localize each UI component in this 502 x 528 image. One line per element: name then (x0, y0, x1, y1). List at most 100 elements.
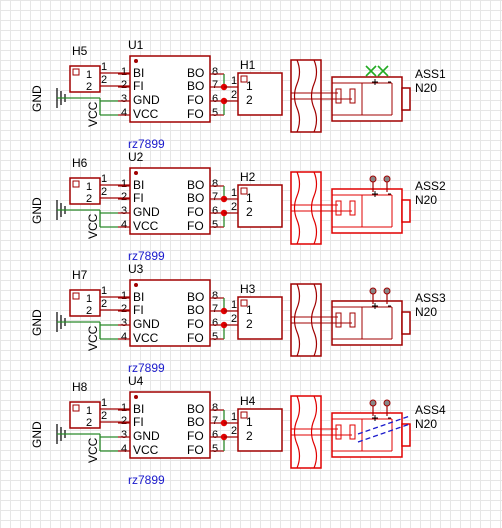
probe-head (383, 399, 391, 407)
chip-pin-name-left: GND (133, 317, 160, 331)
chip-pin-num-right: 6 (212, 317, 218, 329)
motor-model: N20 (415, 417, 437, 431)
chip-part-number: rz7899 (128, 249, 165, 263)
output-header-pin-label-2: 2 (246, 93, 253, 107)
header-pin-1: 1 (86, 181, 92, 193)
output-header-pin-2: 2 (231, 425, 237, 437)
output-header-body (237, 72, 283, 116)
chip-pin-num-right: 5 (212, 331, 218, 343)
chip-pin-num-left: 2 (121, 415, 127, 427)
chip-pin-name-right: FO (187, 443, 204, 457)
chip-pin-name-right: FO (187, 219, 204, 233)
chip-pin-name-right: FO (187, 331, 204, 345)
header-pin-2: 2 (86, 417, 92, 429)
header-out-pin-1: 1 (101, 285, 107, 297)
chip-pin-num-right: 7 (212, 303, 218, 315)
gnd-net-label: GND (30, 309, 44, 336)
chip-pin-name-right: BO (187, 178, 204, 192)
chip-part-number: rz7899 (128, 361, 165, 375)
chip-pin-name-left: VCC (133, 107, 159, 121)
output-header-pin-label-1: 1 (246, 415, 253, 429)
chip-pin-num-right: 7 (212, 79, 218, 91)
chip-ref: U2 (128, 150, 144, 164)
channel-4: GNDVCCH81212U4rz7899BI BO1 8FI BO2 7GND FO3 6V… (30, 374, 446, 487)
header-out-pin-2: 2 (101, 74, 107, 86)
power-wires (100, 212, 118, 228)
output-header-ref: H2 (240, 170, 256, 184)
input-header-body (69, 65, 101, 93)
header-pin-2: 2 (86, 193, 92, 205)
chip-pin-name-right: FO (187, 107, 204, 121)
probe-head (383, 175, 391, 183)
chip-pin-num-left: 3 (121, 93, 127, 105)
header-pin-1: 1 (86, 405, 92, 417)
header-out-pin-1: 1 (101, 397, 107, 409)
chip-pin-num-left: 2 (121, 303, 127, 315)
chip-pin-num-right: 8 (212, 290, 218, 302)
chip-pin-name-left: VCC (133, 443, 159, 457)
chip-ref: U3 (128, 262, 144, 276)
chip-pin-num-right: 7 (212, 191, 218, 203)
chip-pin-num-right: 6 (212, 429, 218, 441)
output-header-ref: H1 (240, 58, 256, 72)
chip-pin1-dot (134, 283, 138, 287)
output-header-ref: H4 (240, 394, 256, 408)
chip-pin-name-left: BI (133, 66, 144, 80)
chip-pin-name-right: BO (187, 191, 204, 205)
header-out-pin-2: 2 (101, 186, 107, 198)
output-header-pin-label-1: 1 (246, 191, 253, 205)
chip-pin-num-right: 5 (212, 107, 218, 119)
chip-pin-num-right: 6 (212, 205, 218, 217)
motor-ref: ASS2 (415, 179, 446, 193)
chip-pin-name-left: GND (133, 93, 160, 107)
chip-pin-num-left: 1 (121, 66, 127, 78)
chip-pin-num-left: 3 (121, 429, 127, 441)
chip-ref: U1 (128, 38, 144, 52)
chip-pin-num-left: 4 (121, 331, 127, 343)
input-header-body (69, 177, 101, 205)
input-header-ref: H7 (72, 268, 88, 282)
motor-terminal-a (335, 200, 342, 216)
chip-pin-name-left: BI (133, 290, 144, 304)
chip-pin-name-right: BO (187, 290, 204, 304)
chip-pin-name-left: VCC (133, 219, 159, 233)
vcc-net-label: VCC (86, 437, 100, 463)
output-header-pin-1: 1 (231, 75, 237, 87)
vcc-net-label: VCC (86, 101, 100, 127)
motor-terminal-b (349, 88, 356, 104)
motor-ref: ASS1 (415, 67, 446, 81)
chip-pin1-dot (134, 171, 138, 175)
chip-pin-num-left: 2 (121, 79, 127, 91)
no-connect-marks (365, 65, 389, 77)
vcc-net-label: VCC (86, 325, 100, 351)
chip-pin-name-left: BI (133, 178, 144, 192)
output-header-pin-2: 2 (231, 89, 237, 101)
motor-model: N20 (415, 305, 437, 319)
chip-pin-name-left: FI (133, 79, 144, 93)
motor-terminal-a (335, 88, 342, 104)
chip-pin-num-right: 8 (212, 402, 218, 414)
header-pin-1: 1 (86, 293, 92, 305)
input-header-ref: H6 (72, 156, 88, 170)
header-out-pin-1: 1 (101, 173, 107, 185)
chip-pin-num-left: 4 (121, 219, 127, 231)
power-wires (100, 324, 118, 340)
probe-head (383, 287, 391, 295)
motor-terminal-a (335, 312, 342, 328)
chip-pin-num-left: 4 (121, 107, 127, 119)
output-header-pin-label-2: 2 (246, 317, 253, 331)
channel-1: GNDVCCH51212U1rz7899BI BO1 8FI BO2 7GND FO3 6V… (30, 38, 446, 151)
chip-pin-num-right: 8 (212, 178, 218, 190)
chip-pin1-dot (134, 395, 138, 399)
gnd-net-label: GND (30, 421, 44, 448)
chip-pin-num-right: 6 (212, 93, 218, 105)
chip-part-number: rz7899 (128, 473, 165, 487)
chip-pin-name-right: BO (187, 79, 204, 93)
vcc-net-label: VCC (86, 213, 100, 239)
chip-pin-name-right: FO (187, 93, 204, 107)
chip-pin-name-right: BO (187, 303, 204, 317)
chip-pin-num-left: 1 (121, 290, 127, 302)
chip-pin-name-left: FI (133, 191, 144, 205)
chip-pin-num-left: 2 (121, 191, 127, 203)
chip-part-number: rz7899 (128, 137, 165, 151)
